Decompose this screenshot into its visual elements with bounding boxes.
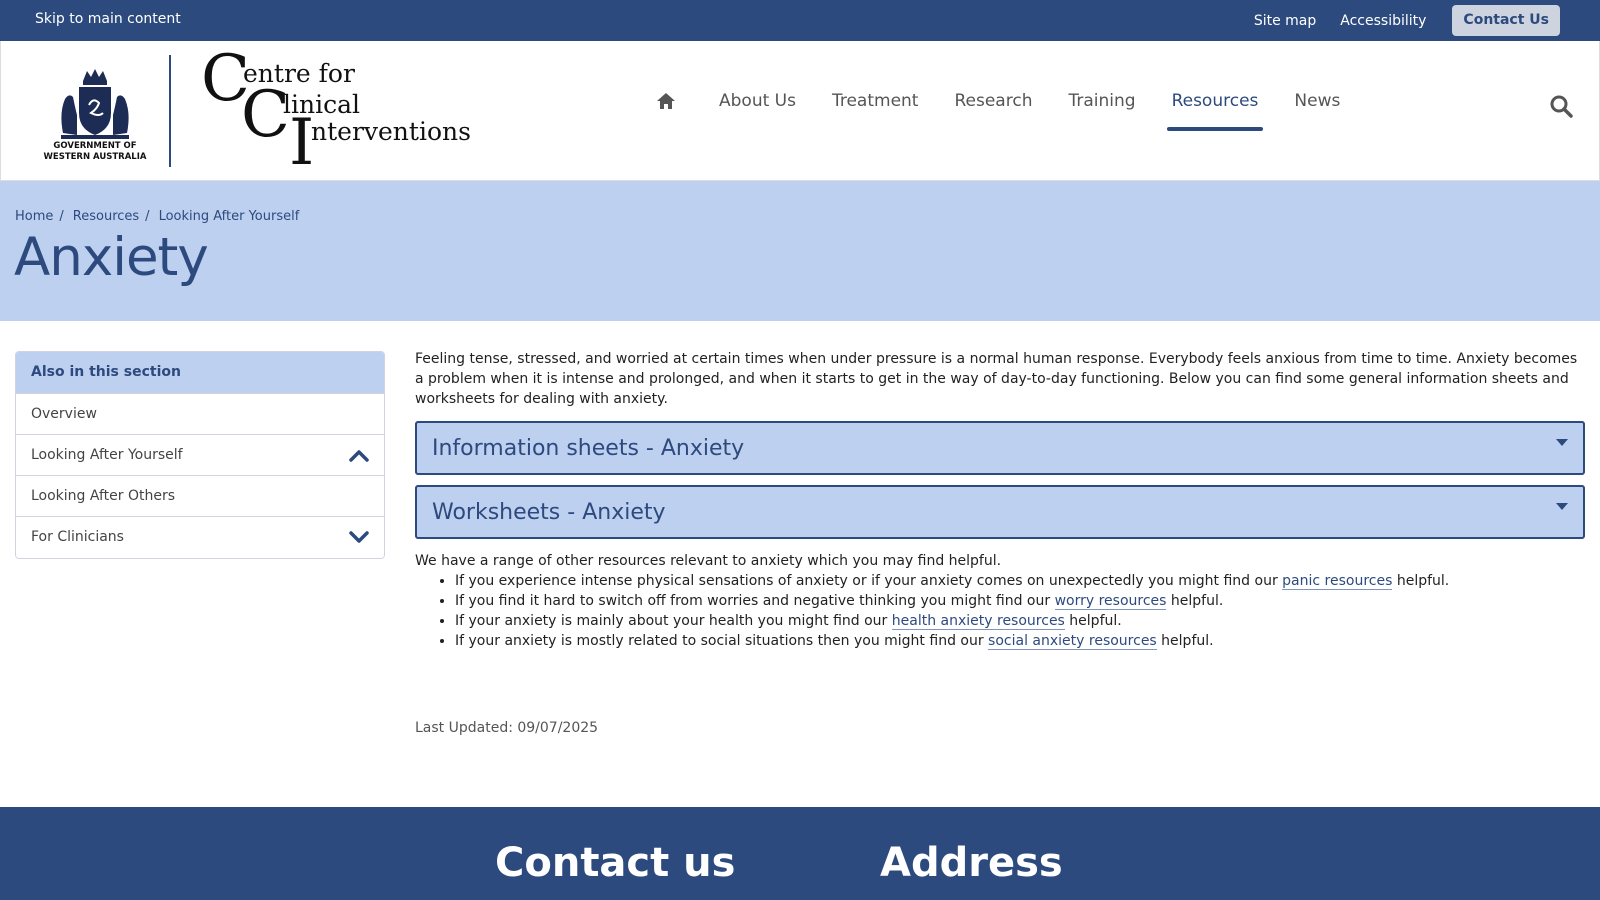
nav-research[interactable]: Research — [949, 81, 1037, 131]
footer-address-heading: Address — [880, 840, 1063, 886]
sidebar-item-label: Looking After Others — [31, 488, 176, 504]
skip-to-content-link[interactable]: Skip to main content — [35, 11, 181, 27]
government-logo-text: GOVERNMENT OF WESTERN AUSTRALIA — [41, 141, 149, 163]
sidebar-item-for-clinicians[interactable]: For Clinicians — [16, 517, 384, 558]
breadcrumb-resources[interactable]: Resources — [73, 209, 139, 224]
accordion-information-sheets[interactable]: Information sheets - Anxiety — [415, 421, 1585, 475]
caret-down-icon — [1556, 439, 1568, 446]
gov-text-line-1: GOVERNMENT OF — [53, 141, 137, 151]
resources-lead: We have a range of other resources relev… — [415, 553, 1002, 569]
nav-treatment[interactable]: Treatment — [827, 81, 924, 131]
main-content: Feeling tense, stressed, and worried at … — [415, 349, 1585, 651]
list-item-text: helpful. — [1064, 613, 1122, 629]
list-item-text: helpful. — [1392, 573, 1450, 589]
list-item: If your anxiety is mainly about your hea… — [455, 611, 1585, 631]
nav-training[interactable]: Training — [1063, 81, 1140, 131]
site-map-link[interactable]: Site map — [1254, 6, 1316, 36]
last-updated: Last Updated: 09/07/2025 — [415, 720, 599, 736]
accordion-title: Information sheets - Anxiety — [432, 436, 745, 461]
accordion-worksheets[interactable]: Worksheets - Anxiety — [415, 485, 1585, 539]
list-item: If you experience intense physical sensa… — [455, 571, 1585, 591]
main-navigation: About Us Treatment Research Training Res… — [641, 81, 1358, 141]
sidebar-item-label: For Clinicians — [31, 529, 124, 545]
sidebar-item-overview[interactable]: Overview — [16, 394, 384, 435]
caret-down-icon — [1556, 503, 1568, 510]
list-item-text: If you find it hard to switch off from w… — [455, 593, 1055, 609]
nav-resources[interactable]: Resources — [1166, 81, 1264, 131]
social-anxiety-resources-link[interactable]: social anxiety resources — [988, 633, 1157, 650]
list-item-text: helpful. — [1156, 633, 1214, 649]
chevron-down-icon[interactable] — [348, 528, 370, 546]
utility-bar: Skip to main content Site map Accessibil… — [0, 0, 1600, 41]
accordion-title: Worksheets - Anxiety — [432, 500, 666, 525]
breadcrumb-separator: / — [59, 209, 64, 224]
breadcrumb-looking-after-yourself[interactable]: Looking After Yourself — [159, 209, 300, 224]
utility-links: Site map Accessibility Contact Us — [1230, 5, 1560, 36]
search-icon[interactable] — [1549, 94, 1573, 118]
cci-logo-word-interventions: nterventions — [311, 117, 471, 146]
page-banner: Home / Resources / Looking After Yoursel… — [0, 181, 1600, 321]
sidebar-item-label: Looking After Yourself — [31, 447, 183, 463]
page-title: Anxiety — [14, 227, 209, 288]
nav-news[interactable]: News — [1289, 81, 1345, 131]
resources-list: If you experience intense physical sensa… — [455, 571, 1585, 651]
chevron-up-icon[interactable] — [348, 446, 370, 464]
list-item-text: If your anxiety is mostly related to soc… — [455, 633, 989, 649]
worry-resources-link[interactable]: worry resources — [1054, 593, 1167, 610]
logo-divider — [169, 55, 171, 167]
list-item-text: helpful. — [1166, 593, 1224, 609]
sidebar-item-looking-after-others[interactable]: Looking After Others — [16, 476, 384, 517]
home-icon — [657, 93, 675, 109]
gov-text-line-2: WESTERN AUSTRALIA — [43, 152, 147, 162]
breadcrumb-home[interactable]: Home — [15, 209, 53, 224]
accessibility-link[interactable]: Accessibility — [1340, 6, 1426, 36]
site-header: GOVERNMENT OF WESTERN AUSTRALIA C entre … — [0, 41, 1600, 181]
list-item-text: If you experience intense physical sensa… — [455, 573, 1283, 589]
panic-resources-link[interactable]: panic resources — [1282, 573, 1393, 590]
breadcrumb: Home / Resources / Looking After Yoursel… — [15, 209, 299, 224]
list-item: If your anxiety is mostly related to soc… — [455, 631, 1585, 651]
nav-about-us[interactable]: About Us — [714, 81, 801, 131]
cci-logo[interactable]: C entre for C linical I nterventions — [201, 47, 471, 175]
section-sidebar: Also in this section Overview Looking Af… — [15, 351, 385, 559]
contact-us-button[interactable]: Contact Us — [1452, 5, 1560, 36]
health-anxiety-resources-link[interactable]: health anxiety resources — [891, 613, 1065, 630]
footer-contact-heading: Contact us — [495, 840, 736, 886]
intro-paragraph: Feeling tense, stressed, and worried at … — [415, 351, 1578, 407]
breadcrumb-separator: / — [145, 209, 150, 224]
list-item-text: If your anxiety is mainly about your hea… — [455, 613, 892, 629]
sidebar-item-label: Overview — [31, 406, 97, 422]
sidebar-heading: Also in this section — [16, 352, 384, 394]
sidebar-item-looking-after-yourself[interactable]: Looking After Yourself — [16, 435, 384, 476]
list-item: If you find it hard to switch off from w… — [455, 591, 1585, 611]
site-footer: Contact us Address — [0, 807, 1600, 900]
nav-home[interactable] — [641, 81, 691, 121]
